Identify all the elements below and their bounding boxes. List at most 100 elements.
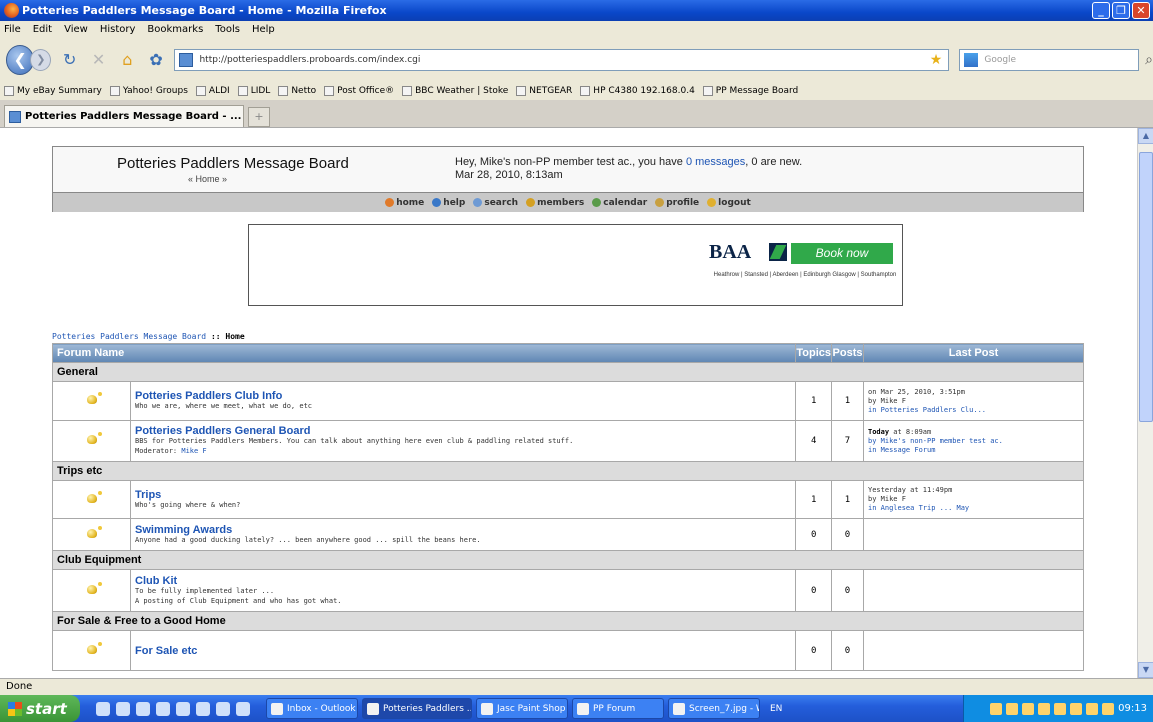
forum-description: Who's going where & when?: [135, 500, 241, 509]
tray-icon[interactable]: [1070, 702, 1083, 715]
last-post-link[interactable]: in Message Forum: [868, 446, 1079, 455]
posts-count: 7: [831, 420, 864, 462]
scroll-down-icon[interactable]: ▼: [1138, 662, 1153, 678]
bookmark-item[interactable]: HP C4380 192.168.0.4: [580, 86, 695, 96]
search-engine-icon[interactable]: [964, 53, 979, 67]
bookmark-item[interactable]: LIDL: [237, 86, 270, 96]
menu-help[interactable]: Help: [252, 24, 275, 35]
tray-icon[interactable]: [1102, 702, 1115, 715]
forum-name-link[interactable]: Club Kit: [135, 575, 791, 586]
quicklaunch-icon[interactable]: [156, 701, 170, 716]
address-bar[interactable]: http://potteriespaddlers.proboards.com/i…: [174, 49, 950, 71]
board-menu: home help search members calendar profil…: [53, 193, 1083, 212]
menu-help[interactable]: help: [432, 198, 465, 208]
menu-view[interactable]: View: [64, 24, 88, 35]
forum-name-link[interactable]: Swimming Awards: [135, 524, 791, 535]
advert-banner[interactable]: BAA Book now Heathrow | Stansted | Aberd…: [248, 224, 903, 306]
bookmark-item[interactable]: NETGEAR: [516, 86, 572, 96]
menu-bookmarks[interactable]: Bookmarks: [147, 24, 203, 35]
task-image-viewer[interactable]: Screen_7.jpg - Wi...: [668, 698, 760, 719]
board-home-link[interactable]: « Home »: [188, 174, 227, 184]
search-box[interactable]: Google: [959, 49, 1140, 71]
tab-active[interactable]: Potteries Paddlers Message Board - ...: [4, 105, 244, 127]
task-paintshop[interactable]: Jasc Paint Shop Pro: [476, 698, 568, 719]
bookmark-item[interactable]: Netto: [278, 86, 316, 96]
vertical-scrollbar[interactable]: ▲ ▼: [1137, 128, 1153, 678]
quicklaunch-icon[interactable]: [216, 701, 230, 716]
bookmark-star-icon[interactable]: ★: [930, 52, 949, 68]
breadcrumb-board-link[interactable]: Potteries Paddlers Message Board: [52, 332, 206, 341]
task-firefox[interactable]: Potteries Paddlers ...: [362, 698, 472, 719]
page-viewport: Potteries Paddlers Message Board « Home …: [0, 128, 1137, 678]
forum-name-link[interactable]: Potteries Paddlers Club Info: [135, 391, 791, 402]
scroll-thumb[interactable]: [1139, 152, 1153, 422]
book-now-button[interactable]: Book now: [791, 243, 893, 264]
tray-icon[interactable]: [1022, 702, 1035, 715]
forward-button[interactable]: ❯: [30, 49, 52, 71]
task-pp-forum[interactable]: PP Forum: [572, 698, 664, 719]
category-row: For Sale & Free to a Good Home: [52, 611, 1084, 631]
bookmark-item[interactable]: Yahoo! Groups: [109, 86, 188, 96]
tray-icon[interactable]: [1086, 702, 1099, 715]
home-icon[interactable]: ⌂: [117, 49, 138, 71]
quicklaunch-icon[interactable]: [136, 701, 150, 716]
menu-home[interactable]: home: [385, 198, 424, 208]
menu-profile[interactable]: profile: [655, 198, 699, 208]
tray-icon[interactable]: [990, 702, 1003, 715]
tab-favicon: [9, 110, 21, 123]
firefox-icon: [4, 3, 19, 18]
last-post-info: [863, 630, 1084, 671]
tray-icon[interactable]: [1006, 702, 1019, 715]
menu-logout[interactable]: logout: [707, 198, 751, 208]
last-post-link[interactable]: in Potteries Paddlers Clu...: [868, 406, 1079, 415]
new-tab-button[interactable]: +: [248, 107, 270, 127]
bookmark-item[interactable]: Post Office®: [324, 86, 394, 96]
close-button[interactable]: ✕: [1132, 2, 1150, 19]
menu-calendar[interactable]: calendar: [592, 198, 647, 208]
minimize-button[interactable]: _: [1092, 2, 1110, 19]
bookmark-item[interactable]: PP Message Board: [702, 86, 798, 96]
search-icon[interactable]: ⌕: [1145, 52, 1153, 68]
bookmark-item[interactable]: ALDI: [195, 86, 230, 96]
quicklaunch-icon[interactable]: [196, 701, 210, 716]
menu-file[interactable]: File: [4, 24, 21, 35]
task-outlook[interactable]: Inbox - Outlook E...: [266, 698, 358, 719]
forum-description: Who we are, where we meet, what we do, e…: [135, 402, 313, 410]
menu-history[interactable]: History: [100, 24, 136, 35]
forum-name-link[interactable]: Potteries Paddlers General Board: [135, 426, 791, 437]
moderator-link[interactable]: Mike F: [181, 447, 206, 455]
forum-description: To be fully implemented later ...: [135, 586, 275, 595]
quicklaunch-icon[interactable]: [116, 701, 130, 716]
quicklaunch-icon[interactable]: [236, 701, 250, 716]
stop-icon[interactable]: ✕: [88, 49, 109, 71]
menu-members[interactable]: members: [526, 198, 584, 208]
logout-icon: [707, 198, 717, 207]
bookmark-item[interactable]: My eBay Summary: [4, 86, 102, 96]
quicklaunch-icon[interactable]: [96, 701, 110, 716]
forum-name-link[interactable]: For Sale etc: [135, 645, 791, 656]
clock[interactable]: 09:13: [1118, 703, 1147, 714]
tray-icon[interactable]: [1038, 702, 1051, 715]
start-button[interactable]: start: [0, 695, 80, 722]
menu-edit[interactable]: Edit: [33, 24, 52, 35]
tray-icon[interactable]: [1054, 702, 1067, 715]
forum-status-icon: [86, 641, 102, 654]
bookmark-item[interactable]: BBC Weather | Stoke: [402, 86, 508, 96]
addon-icon[interactable]: ✿: [146, 49, 167, 71]
quicklaunch-icon[interactable]: [176, 701, 190, 716]
topics-count: 1: [795, 381, 832, 421]
scroll-up-icon[interactable]: ▲: [1138, 128, 1153, 144]
menu-search[interactable]: search: [473, 198, 518, 208]
welcome-message: Hey, Mike's non-PP member test ac., you …: [455, 156, 803, 181]
forum-name-link[interactable]: Trips: [135, 489, 791, 500]
messages-link[interactable]: 0 messages: [686, 156, 745, 168]
forum-row: Swimming Awards Anyone had a good duckin…: [52, 518, 1084, 551]
forum-status-icon: [86, 525, 102, 538]
reload-icon[interactable]: ↻: [59, 49, 80, 71]
restore-button[interactable]: ❐: [1112, 2, 1130, 19]
breadcrumb: Potteries Paddlers Message Board :: Home: [52, 332, 245, 341]
language-indicator[interactable]: EN: [770, 704, 782, 714]
last-post-link[interactable]: in Anglesea Trip ... May: [868, 504, 1079, 513]
bookmark-icon: [237, 86, 248, 96]
menu-tools[interactable]: Tools: [215, 24, 240, 35]
